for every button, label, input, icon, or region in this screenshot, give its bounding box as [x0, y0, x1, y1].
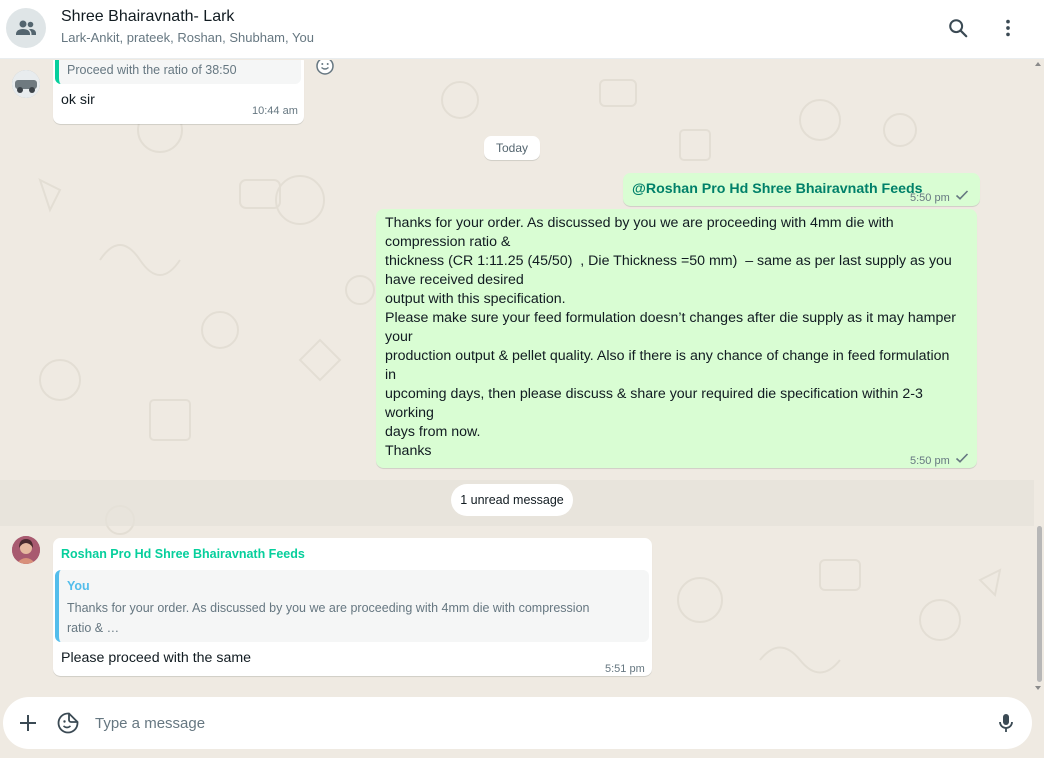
- message-line: days from now.: [385, 424, 481, 440]
- sticker-icon: [57, 712, 79, 734]
- message-input[interactable]: [95, 707, 955, 739]
- voice-button[interactable]: [992, 709, 1020, 737]
- composer-bar: [0, 697, 1044, 758]
- mic-icon: [999, 714, 1013, 732]
- search-button[interactable]: [942, 12, 974, 44]
- message-line: output with this specification.: [385, 291, 566, 307]
- attach-button[interactable]: [14, 709, 42, 737]
- chat-participants[interactable]: Lark-Ankit, prateek, Roshan, Shubham, Yo…: [61, 30, 314, 45]
- plus-icon: [20, 715, 36, 731]
- message-line: production output & pellet quality. Also…: [385, 348, 950, 364]
- vehicle-avatar-icon: [12, 70, 40, 98]
- sender-avatar[interactable]: [12, 70, 40, 98]
- composer: [3, 697, 1032, 749]
- group-avatar[interactable]: [6, 8, 46, 48]
- message-time: 5:50 pm: [910, 455, 950, 467]
- message-bubble-outgoing[interactable]: Thanks for your order. As discussed by y…: [376, 209, 977, 468]
- message-text: Please proceed with the same: [61, 650, 252, 666]
- sent-check-icon: [955, 190, 969, 200]
- sender-name[interactable]: Roshan Pro Hd Shree Bhairavnath Feeds: [61, 545, 305, 564]
- emoji-icon: [316, 60, 334, 75]
- message-line: in: [385, 367, 397, 383]
- message-time: 10:44 am: [252, 105, 298, 117]
- message-bubble-outgoing[interactable]: @Roshan Pro Hd Shree Bhairavnath Feeds 5…: [623, 173, 980, 206]
- person-avatar-icon: [12, 536, 40, 564]
- quoted-message[interactable]: You Thanks for your order. As discussed …: [55, 570, 649, 642]
- message-line: Thanks: [385, 443, 432, 459]
- group-icon: [16, 20, 36, 35]
- message-line: working: [385, 405, 434, 421]
- message-line: your: [385, 329, 413, 345]
- sticker-button[interactable]: [54, 709, 82, 737]
- sent-check-icon: [955, 453, 969, 463]
- quoted-message[interactable]: Proceed with the ratio of 38:50: [55, 60, 301, 84]
- message-line: Thanks for your order. As discussed by y…: [385, 215, 894, 231]
- chat-title[interactable]: Shree Bhairavnath- Lark: [61, 8, 234, 26]
- menu-icon: [1006, 19, 1010, 37]
- message-text: ok sir: [61, 92, 95, 108]
- quoted-author: You: [67, 579, 90, 593]
- message-line: thickness (CR 1:11.25 (45/50) , Die Thic…: [385, 253, 952, 269]
- quoted-text: Proceed with the ratio of 38:50: [67, 63, 237, 77]
- menu-button[interactable]: [992, 12, 1024, 44]
- chat-area[interactable]: Proceed with the ratio of 38:50 ok sir 1…: [0, 60, 1044, 697]
- message-line: upcoming days, then please discuss & sha…: [385, 386, 923, 402]
- message-time: 5:50 pm: [910, 192, 950, 204]
- scroll-up-arrow[interactable]: [1035, 62, 1041, 66]
- message-bubble-incoming[interactable]: Roshan Pro Hd Shree Bhairavnath Feeds Yo…: [53, 538, 652, 676]
- date-divider: Today: [484, 136, 540, 160]
- message-bubble-incoming[interactable]: Proceed with the ratio of 38:50 ok sir 1…: [53, 60, 304, 124]
- message-time: 5:51 pm: [605, 663, 645, 675]
- react-button[interactable]: [314, 60, 336, 77]
- sender-avatar[interactable]: [12, 536, 40, 564]
- scrollbar-thumb[interactable]: [1037, 526, 1042, 682]
- unread-badge: 1 unread message: [451, 484, 573, 516]
- chat-header: Shree Bhairavnath- Lark Lark-Ankit, prat…: [0, 0, 1044, 59]
- message-line: have received desired: [385, 272, 524, 288]
- mention-link[interactable]: @Roshan Pro Hd Shree Bhairavnath Feeds: [632, 180, 923, 199]
- quoted-text: Thanks for your order. As discussed by y…: [67, 601, 590, 615]
- scroll-down-arrow[interactable]: [1035, 686, 1041, 690]
- quoted-text: ratio & …: [67, 621, 120, 635]
- message-line: compression ratio &: [385, 234, 511, 250]
- message-line: Please make sure your feed formulation d…: [385, 310, 956, 326]
- search-icon: [949, 19, 968, 38]
